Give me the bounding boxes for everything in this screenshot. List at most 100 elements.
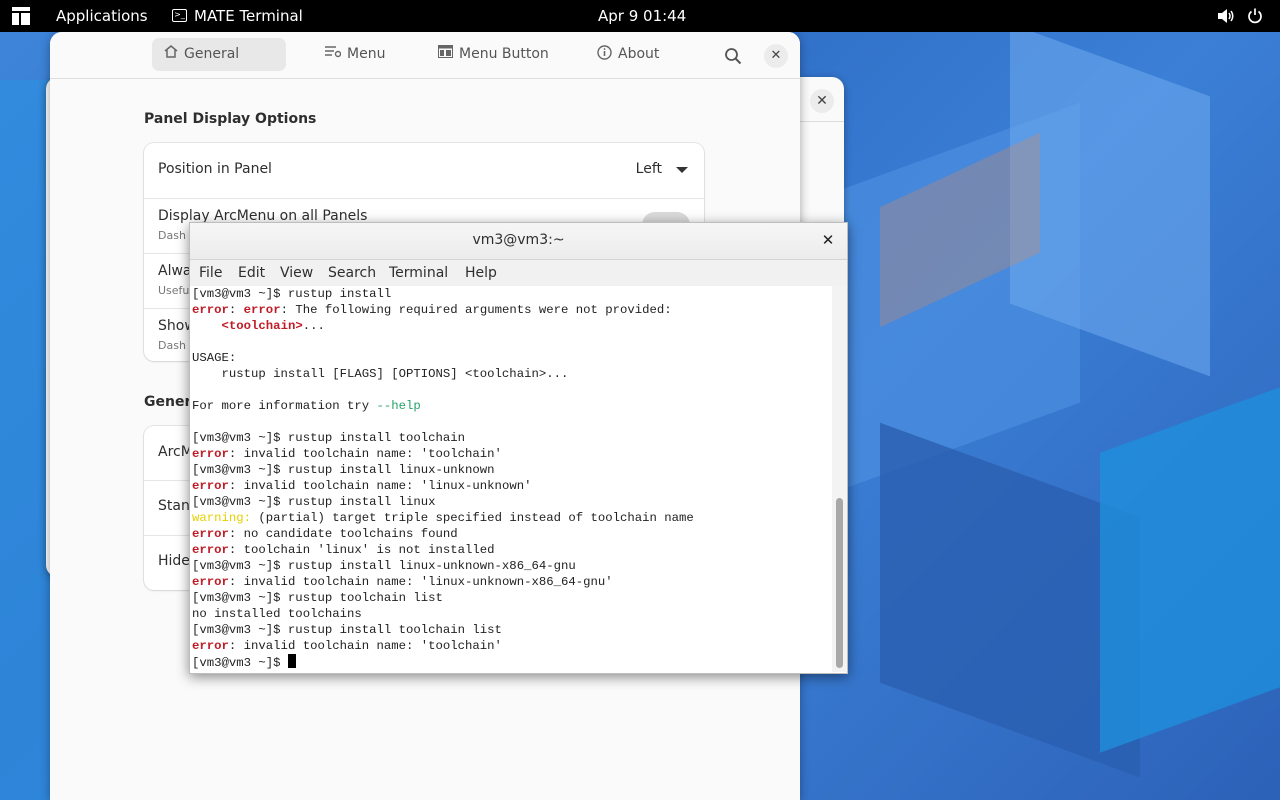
terminal-text: error [192,575,229,589]
row-label: Alwa [158,263,192,279]
menu-help[interactable]: Help [465,265,497,281]
row-subtitle: Dash [158,339,186,352]
chevron-down-icon[interactable] [676,167,688,173]
terminal-window: vm3@vm3:~ ✕ File Edit View Search Termin… [189,222,848,674]
terminal-line: <toolchain>... [192,318,694,334]
divider [800,121,844,122]
terminal-text: warning: [192,511,252,525]
section-title: Panel Display Options [144,111,317,127]
terminal-text: USAGE: [192,351,237,365]
menu-search[interactable]: Search [328,265,376,281]
terminal-text: [vm3@vm3 ~]$ rustup install [192,287,392,301]
tab-general[interactable]: General [152,38,286,71]
terminal-app-icon: >_ [172,0,187,32]
terminal-text: error [192,543,229,557]
terminal-text: : The following required arguments were … [280,303,672,317]
activities-icon[interactable] [8,0,34,32]
terminal-text: [vm3@vm3 ~]$ rustup install linux-unknow… [192,559,576,573]
terminal-text: error [192,639,229,653]
position-in-panel-row[interactable]: Position in Panel Left [144,143,704,199]
terminal-scrollbar[interactable] [832,286,847,672]
terminal-text: error [192,447,229,461]
position-dropdown[interactable]: Left [636,161,662,177]
menu-view[interactable]: View [280,265,313,281]
tab-about[interactable]: About [585,38,671,71]
menu-edit[interactable]: Edit [238,265,265,281]
terminal-line: USAGE: [192,350,694,366]
terminal-text: error [192,479,229,493]
menu-settings-icon [325,38,342,71]
terminal-line: [vm3@vm3 ~]$ rustup toolchain list [192,590,694,606]
terminal-cursor [287,654,296,668]
terminal-line: [vm3@vm3 ~]$ [192,654,694,670]
top-bar: Applications >_ MATE Terminal Apr 9 01:4… [0,0,1280,32]
terminal-text: : invalid toolchain name: 'linux-unknown… [228,575,613,589]
terminal-text: [vm3@vm3 ~]$ rustup toolchain list [192,591,443,605]
terminal-line: error: invalid toolchain name: 'linux-un… [192,574,694,590]
terminal-text: error [243,303,281,317]
terminal-text: [vm3@vm3 ~]$ rustup install toolchain li… [192,623,502,637]
menu-terminal[interactable]: Terminal [389,265,448,281]
terminal-lines: [vm3@vm3 ~]$ rustup install error: error:… [192,286,694,670]
row-label: Position in Panel [158,161,272,177]
terminal-text: For more information try [192,399,377,413]
window-title: vm3@vm3:~ [472,232,565,248]
close-icon[interactable]: ✕ [810,89,834,113]
focused-app-name[interactable]: MATE Terminal [194,0,303,32]
terminal-output[interactable]: [vm3@vm3 ~]$ rustup install error: error:… [190,286,832,672]
terminal-text: : invalid toolchain name: 'toolchain' [228,639,502,653]
terminal-text: : invalid toolchain name: 'toolchain' [228,447,502,461]
terminal-titlebar[interactable]: vm3@vm3:~ ✕ [190,223,847,260]
terminal-line: error: invalid toolchain name: 'toolchai… [192,638,694,654]
terminal-line: [vm3@vm3 ~]$ rustup install linux-unknow… [192,462,694,478]
terminal-line: no installed toolchains [192,606,694,622]
terminal-text: [vm3@vm3 ~]$ [192,656,288,670]
close-icon[interactable]: ✕ [819,231,837,249]
terminal-text: [vm3@vm3 ~]$ rustup install toolchain [192,431,466,445]
terminal-text: : [228,303,244,317]
terminal-line: error: no candidate toolchains found [192,526,694,542]
settings-header: General Menu Menu Button About ✕ [50,32,800,79]
close-icon[interactable]: ✕ [764,44,788,68]
menu-file[interactable]: File [199,265,222,281]
terminal-line: [vm3@vm3 ~]$ rustup install linux-unknow… [192,558,694,574]
terminal-text: ... [302,319,325,333]
home-icon [164,38,178,71]
power-icon[interactable] [1247,0,1263,32]
terminal-text: (partial) target triple specified instea… [251,511,694,525]
terminal-line: error: invalid toolchain name: 'linux-un… [192,478,694,494]
applications-menu[interactable]: Applications [56,0,148,32]
clock[interactable]: Apr 9 01:44 [598,0,686,32]
terminal-line: [vm3@vm3 ~]$ rustup install linux [192,494,694,510]
terminal-menubar: File Edit View Search Terminal Help [190,260,847,286]
terminal-text: : no candidate toolchains found [228,527,458,541]
row-subtitle: Usefu [158,284,190,297]
terminal-line: error: error: The following required arg… [192,302,694,318]
volume-icon[interactable] [1217,0,1235,32]
terminal-text: : invalid toolchain name: 'linux-unknown… [228,479,532,493]
menu-button-icon [438,38,453,71]
row-label: ArcM [158,444,193,460]
terminal-line: warning: (partial) target triple specifi… [192,510,694,526]
tab-menu[interactable]: Menu [313,38,397,71]
tab-menu-button[interactable]: Menu Button [426,38,561,71]
search-icon[interactable] [724,44,748,68]
scrollbar-thumb[interactable] [836,498,843,668]
terminal-text: <toolchain> [221,319,303,333]
terminal-line: For more information try --help [192,398,694,414]
terminal-line: [vm3@vm3 ~]$ rustup install toolchain [192,430,694,446]
terminal-line: error: toolchain 'linux' is not installe… [192,542,694,558]
terminal-line: error: invalid toolchain name: 'toolchai… [192,446,694,462]
row-label: Hide [158,553,190,569]
info-icon [597,38,612,71]
terminal-text: rustup install [FLAGS] [OPTIONS] <toolch… [192,367,569,381]
terminal-line: rustup install [FLAGS] [OPTIONS] <toolch… [192,366,694,382]
terminal-text: [vm3@vm3 ~]$ rustup install linux-unknow… [192,463,495,477]
terminal-text: --help [376,399,421,413]
terminal-text: no installed toolchains [192,607,362,621]
terminal-text: [vm3@vm3 ~]$ rustup install linux [192,495,436,509]
